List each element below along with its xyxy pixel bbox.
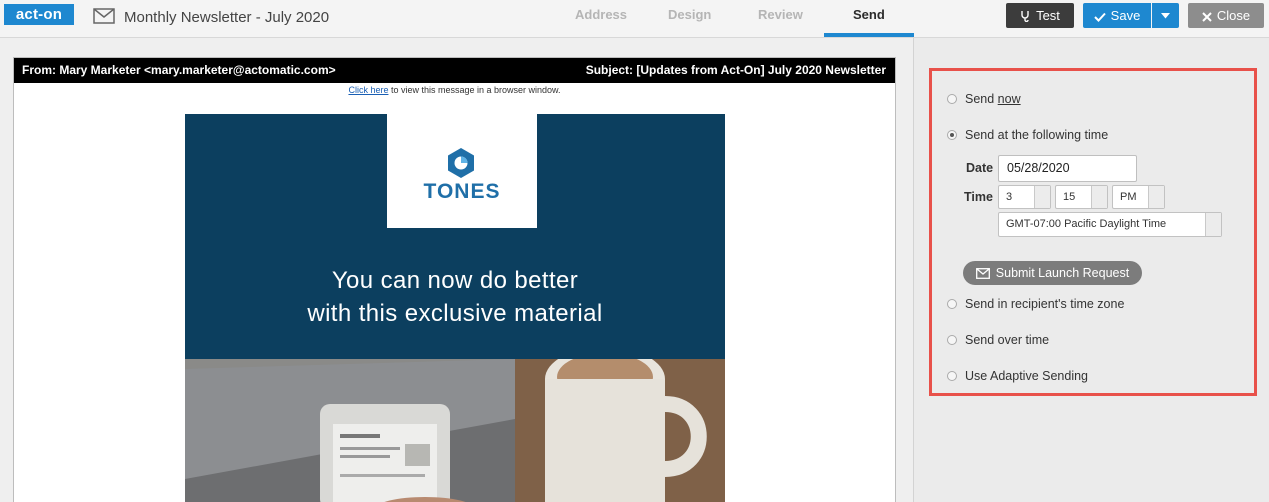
adaptive-sending-radio[interactable]: [947, 371, 957, 381]
minute-select[interactable]: 15: [1055, 185, 1108, 209]
save-label: Save: [1110, 8, 1141, 23]
active-step-indicator: [824, 33, 914, 37]
hero-headline-line-2: with this exclusive material: [307, 300, 603, 327]
hour-select[interactable]: 3: [998, 185, 1051, 209]
step-address[interactable]: Address: [575, 7, 627, 22]
email-preview-area: From: Mary Marketer <mary.marketer@actom…: [0, 38, 914, 502]
laptop-coffee-image: [185, 359, 725, 502]
test-button[interactable]: Test: [1006, 3, 1074, 28]
act-on-logo[interactable]: act-on: [4, 4, 74, 25]
hero-photo: [185, 359, 725, 502]
send-now-radio[interactable]: [947, 94, 957, 104]
ampm-select[interactable]: PM: [1112, 185, 1165, 209]
send-at-time-radio[interactable]: [947, 130, 957, 140]
submit-launch-request-label: Submit Launch Request: [995, 266, 1130, 280]
hour-dropdown-arrow: [1034, 186, 1050, 208]
brand-name: TONES: [423, 180, 501, 203]
submit-launch-request-button[interactable]: Submit Launch Request: [963, 261, 1142, 285]
save-options-button[interactable]: [1152, 3, 1179, 28]
option-send-now[interactable]: Send now: [947, 92, 1021, 106]
send-now-text: Send: [965, 92, 998, 106]
date-label: Date: [966, 161, 994, 175]
timezone-dropdown-arrow: [1205, 213, 1221, 236]
hero-headline-line-1: You can now do better: [331, 267, 579, 294]
brand-logo: TONES: [387, 114, 537, 228]
option-adaptive-sending[interactable]: Use Adaptive Sending: [947, 369, 1088, 383]
check-icon: [1093, 12, 1106, 22]
stethoscope-icon: [1021, 11, 1029, 23]
hour-value: 3: [1006, 191, 1013, 203]
adaptive-sending-label: Use Adaptive Sending: [965, 369, 1089, 383]
option-send-over-time[interactable]: Send over time: [947, 333, 1049, 347]
minute-dropdown-arrow: [1091, 186, 1107, 208]
minute-value: 15: [1063, 191, 1076, 203]
email-hero: TONES You can now do better with this ex…: [185, 114, 725, 359]
option-recipient-time-zone[interactable]: Send in recipient's time zone: [947, 297, 1124, 311]
top-bar: act-on Monthly Newsletter - July 2020 Ad…: [0, 0, 1269, 38]
option-send-at-time[interactable]: Send at the following time: [947, 128, 1108, 142]
caret-down-icon: [1161, 13, 1170, 19]
step-send[interactable]: Send: [853, 7, 885, 22]
date-input[interactable]: 05/28/2020: [998, 155, 1137, 182]
timezone-value: GMT-07:00 Pacific Daylight Time: [1006, 218, 1167, 230]
send-options-panel: Send now Send at the following time Date…: [929, 68, 1257, 396]
close-label: Close: [1216, 8, 1251, 23]
click-here-link[interactable]: Click here: [348, 85, 388, 95]
envelope-icon: [93, 8, 115, 24]
recipient-time-zone-radio[interactable]: [947, 299, 957, 309]
send-now-link[interactable]: now: [998, 92, 1021, 106]
time-label: Time: [964, 190, 993, 204]
hero-headline: You can now do better with this exclusiv…: [185, 264, 725, 330]
browser-view-text: to view this message in a browser window…: [388, 85, 561, 95]
tones-logo-icon: [448, 148, 474, 178]
envelope-icon: [975, 268, 990, 279]
email-preview: From: Mary Marketer <mary.marketer@actom…: [13, 57, 896, 502]
email-header-bar: From: Mary Marketer <mary.marketer@actom…: [14, 58, 895, 83]
send-over-time-radio[interactable]: [947, 335, 957, 345]
close-button[interactable]: Close: [1188, 3, 1264, 28]
message-title: Monthly Newsletter - July 2020: [124, 9, 330, 26]
test-label: Test: [1036, 8, 1060, 23]
email-subject: Subject: [Updates from Act-On] July 2020…: [585, 63, 886, 77]
save-button[interactable]: Save: [1083, 3, 1151, 28]
step-design[interactable]: Design: [668, 7, 711, 22]
ampm-value: PM: [1120, 191, 1137, 203]
close-icon: [1202, 12, 1212, 22]
ampm-dropdown-arrow: [1148, 186, 1164, 208]
step-review[interactable]: Review: [758, 7, 803, 22]
recipient-time-zone-label: Send in recipient's time zone: [965, 297, 1125, 311]
browser-view-line: Click here to view this message in a bro…: [14, 85, 895, 95]
send-at-time-label: Send at the following time: [965, 128, 1109, 142]
send-over-time-label: Send over time: [965, 333, 1050, 347]
email-from: From: Mary Marketer <mary.marketer@actom…: [22, 63, 336, 77]
timezone-select[interactable]: GMT-07:00 Pacific Daylight Time: [998, 212, 1222, 237]
